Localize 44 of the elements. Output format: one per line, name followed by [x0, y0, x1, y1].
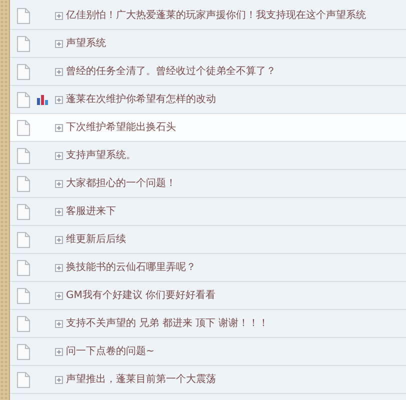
thread-title-link[interactable]: 大家都担心的一个问题！ — [66, 176, 176, 191]
document-icon — [17, 64, 30, 80]
document-icon — [17, 316, 30, 332]
document-icon — [17, 92, 30, 108]
expand-icon[interactable] — [55, 208, 63, 216]
document-icon — [17, 176, 30, 192]
expand-icon[interactable] — [55, 40, 63, 48]
document-icon — [17, 232, 30, 248]
document-icon — [17, 344, 30, 360]
document-icon — [17, 288, 30, 304]
expand-icon[interactable] — [55, 292, 63, 300]
thread-title-link[interactable]: 曾经的任务全清了。曾经收过个徒弟全不算了？ — [66, 64, 276, 79]
document-icon — [17, 148, 30, 164]
expand-icon[interactable] — [55, 152, 63, 160]
thread-row[interactable]: 下次维护希望能出换石头 — [10, 114, 406, 142]
thread-title-link[interactable]: 声望推出，蓬莱目前第一个大震荡 — [66, 372, 216, 387]
thread-title-link[interactable]: 维更新后后续 — [66, 232, 126, 247]
document-icon — [17, 8, 30, 24]
expand-icon[interactable] — [55, 348, 63, 356]
bar-chart-icon — [36, 94, 48, 104]
expand-icon[interactable] — [55, 12, 63, 20]
thread-title-link[interactable]: 客服进来下 — [66, 204, 116, 219]
thread-title-link[interactable]: 换技能书的云仙石哪里弄呢？ — [66, 260, 196, 275]
expand-icon[interactable] — [55, 96, 63, 104]
thread-title-link[interactable]: 下次维护希望能出换石头 — [66, 120, 176, 135]
expand-icon[interactable] — [55, 264, 63, 272]
thread-title-link[interactable]: 声望系统 — [66, 36, 106, 51]
thread-title-link[interactable]: 蓬莱在次维护你希望有怎样的改动 — [66, 92, 216, 107]
thread-title-link[interactable]: 亿佳别怕！广大热爱蓬莱的玩家声援你们！我支持现在这个声望系统 — [66, 8, 366, 23]
thread-title-link[interactable]: 问一下点卷的问题~ — [66, 344, 154, 359]
expand-icon[interactable] — [55, 68, 63, 76]
thread-title-link[interactable]: GM我有个好建议 你们要好好看看 — [66, 288, 216, 303]
expand-icon[interactable] — [55, 320, 63, 328]
thread-title-link[interactable]: 支持声望系统。 — [66, 148, 136, 163]
thread-title-link[interactable]: 支持不关声望的 兄弟 都进来 顶下 谢谢！！！ — [66, 316, 269, 331]
document-icon — [17, 204, 30, 220]
document-icon — [17, 260, 30, 276]
document-icon — [17, 372, 30, 388]
expand-icon[interactable] — [55, 180, 63, 188]
expand-icon[interactable] — [55, 376, 63, 384]
expand-icon[interactable] — [55, 124, 63, 132]
document-icon — [17, 36, 30, 52]
expand-icon[interactable] — [55, 236, 63, 244]
document-icon — [17, 120, 30, 136]
